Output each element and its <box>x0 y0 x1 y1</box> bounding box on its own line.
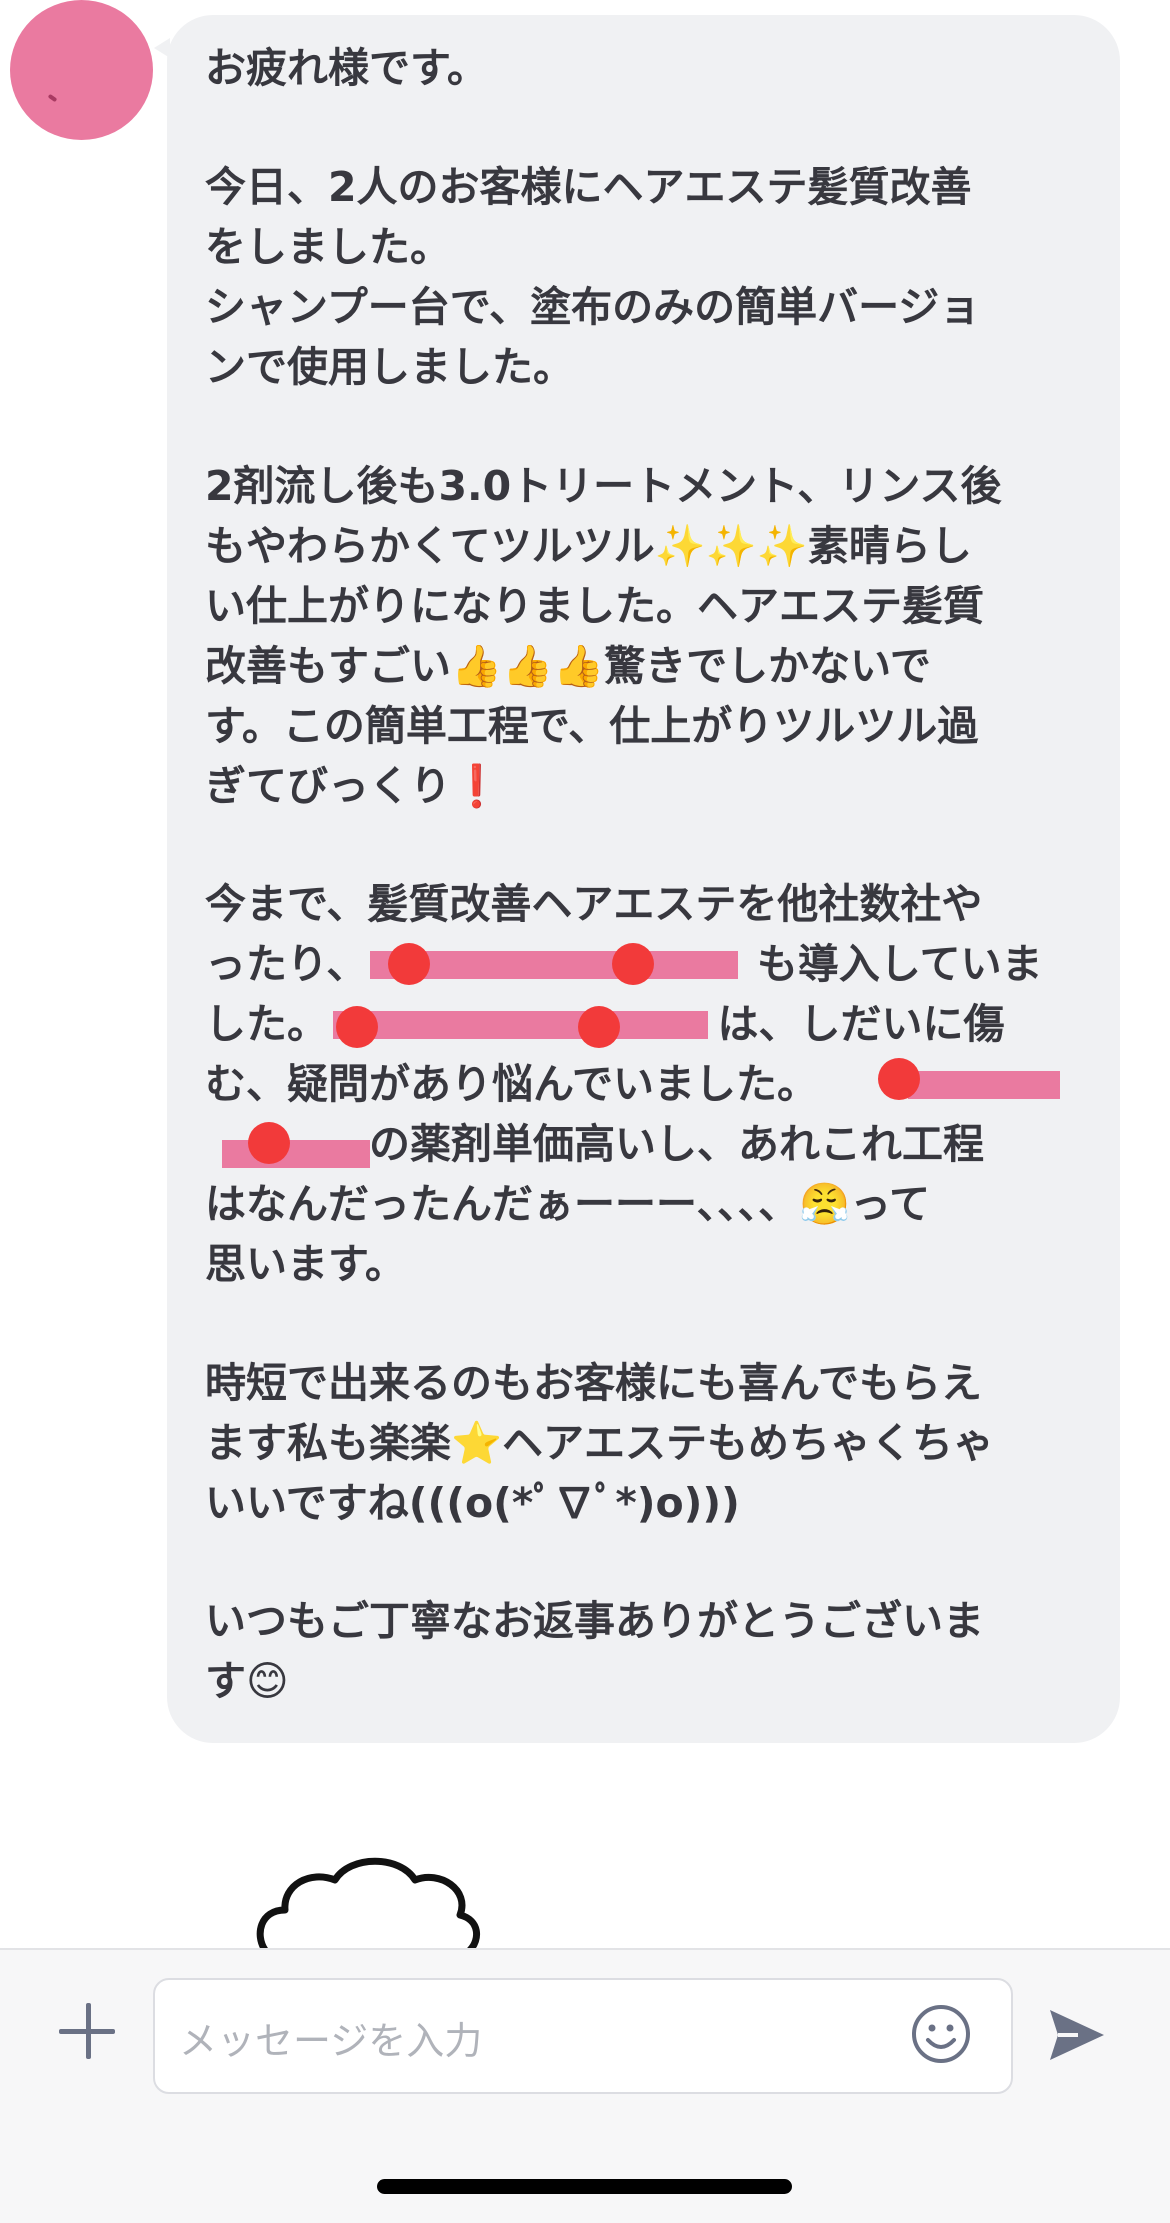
home-indicator[interactable] <box>377 2179 792 2194</box>
message-line: 今日、2人のお客様にヘアエステ髪質改善 <box>205 163 972 211</box>
message-line: もやわらかくてツルツル✨✨✨素晴らし <box>205 522 972 570</box>
avatar-mark <box>47 93 58 103</box>
message-line: お疲れ様です。 <box>205 44 488 92</box>
redaction-dot <box>336 1006 378 1048</box>
message-line: をしました。 <box>205 223 451 271</box>
message-line: 思います。 <box>205 1240 406 1288</box>
message-line: 今まで、髪質改善ヘアエステを他社数社や <box>205 880 983 928</box>
redaction-dot <box>248 1122 290 1164</box>
redaction-dot <box>612 943 654 985</box>
message-line: す。この簡単工程で、仕上がりツルツル過 <box>205 702 979 750</box>
message-line: はなんだったんだぁーーー、、、、😤って <box>205 1180 931 1228</box>
message-line: す😊 <box>205 1657 289 1705</box>
smiley-icon[interactable] <box>909 2002 973 2066</box>
message-line: む、疑問があり悩んでいました。 <box>205 1060 962 1108</box>
message-line: いいですね(((o(*ﾟ∇ﾟ*)o))) <box>205 1479 740 1527</box>
message-line: シャンプー台で、塗布のみの簡単バージョ <box>205 283 981 331</box>
redaction-dot <box>878 1058 920 1100</box>
redaction-bar <box>222 1140 370 1168</box>
message-line: ます私も楽楽⭐ヘアエステもめちゃくちゃ <box>205 1419 995 1467</box>
sender-avatar[interactable] <box>10 0 153 140</box>
message-line: い仕上がりになりました。ヘアエステ髪質 <box>205 582 984 630</box>
message-line: 時短で出来るのもお客様にも喜んでもらえ <box>205 1359 982 1407</box>
message-line: ぎてびっくり❗ <box>205 762 503 810</box>
message-line: 改善もすごい👍👍👍驚きでしかないで <box>205 642 931 690</box>
plus-icon[interactable] <box>52 1996 122 2066</box>
message-line: 2剤流し後も3.0トリートメント、リンス後 <box>205 462 1002 510</box>
redaction-bar <box>908 1071 1060 1099</box>
message-composer: メッセージを入力 <box>0 1948 1170 2223</box>
message-line: いつもご丁寧なお返事ありがとうございま <box>205 1597 984 1645</box>
message-input-placeholder: メッセージを入力 <box>179 2019 483 2063</box>
redaction-dot <box>388 943 430 985</box>
redaction-bar <box>333 1011 708 1039</box>
send-arrow-icon[interactable] <box>1046 2004 1108 2066</box>
message-input[interactable]: メッセージを入力 <box>153 1978 1013 2094</box>
redaction-dot <box>578 1006 620 1048</box>
sticker-cloud-icon[interactable] <box>255 1855 485 1950</box>
message-line: ンで使用しました。 <box>205 343 574 391</box>
